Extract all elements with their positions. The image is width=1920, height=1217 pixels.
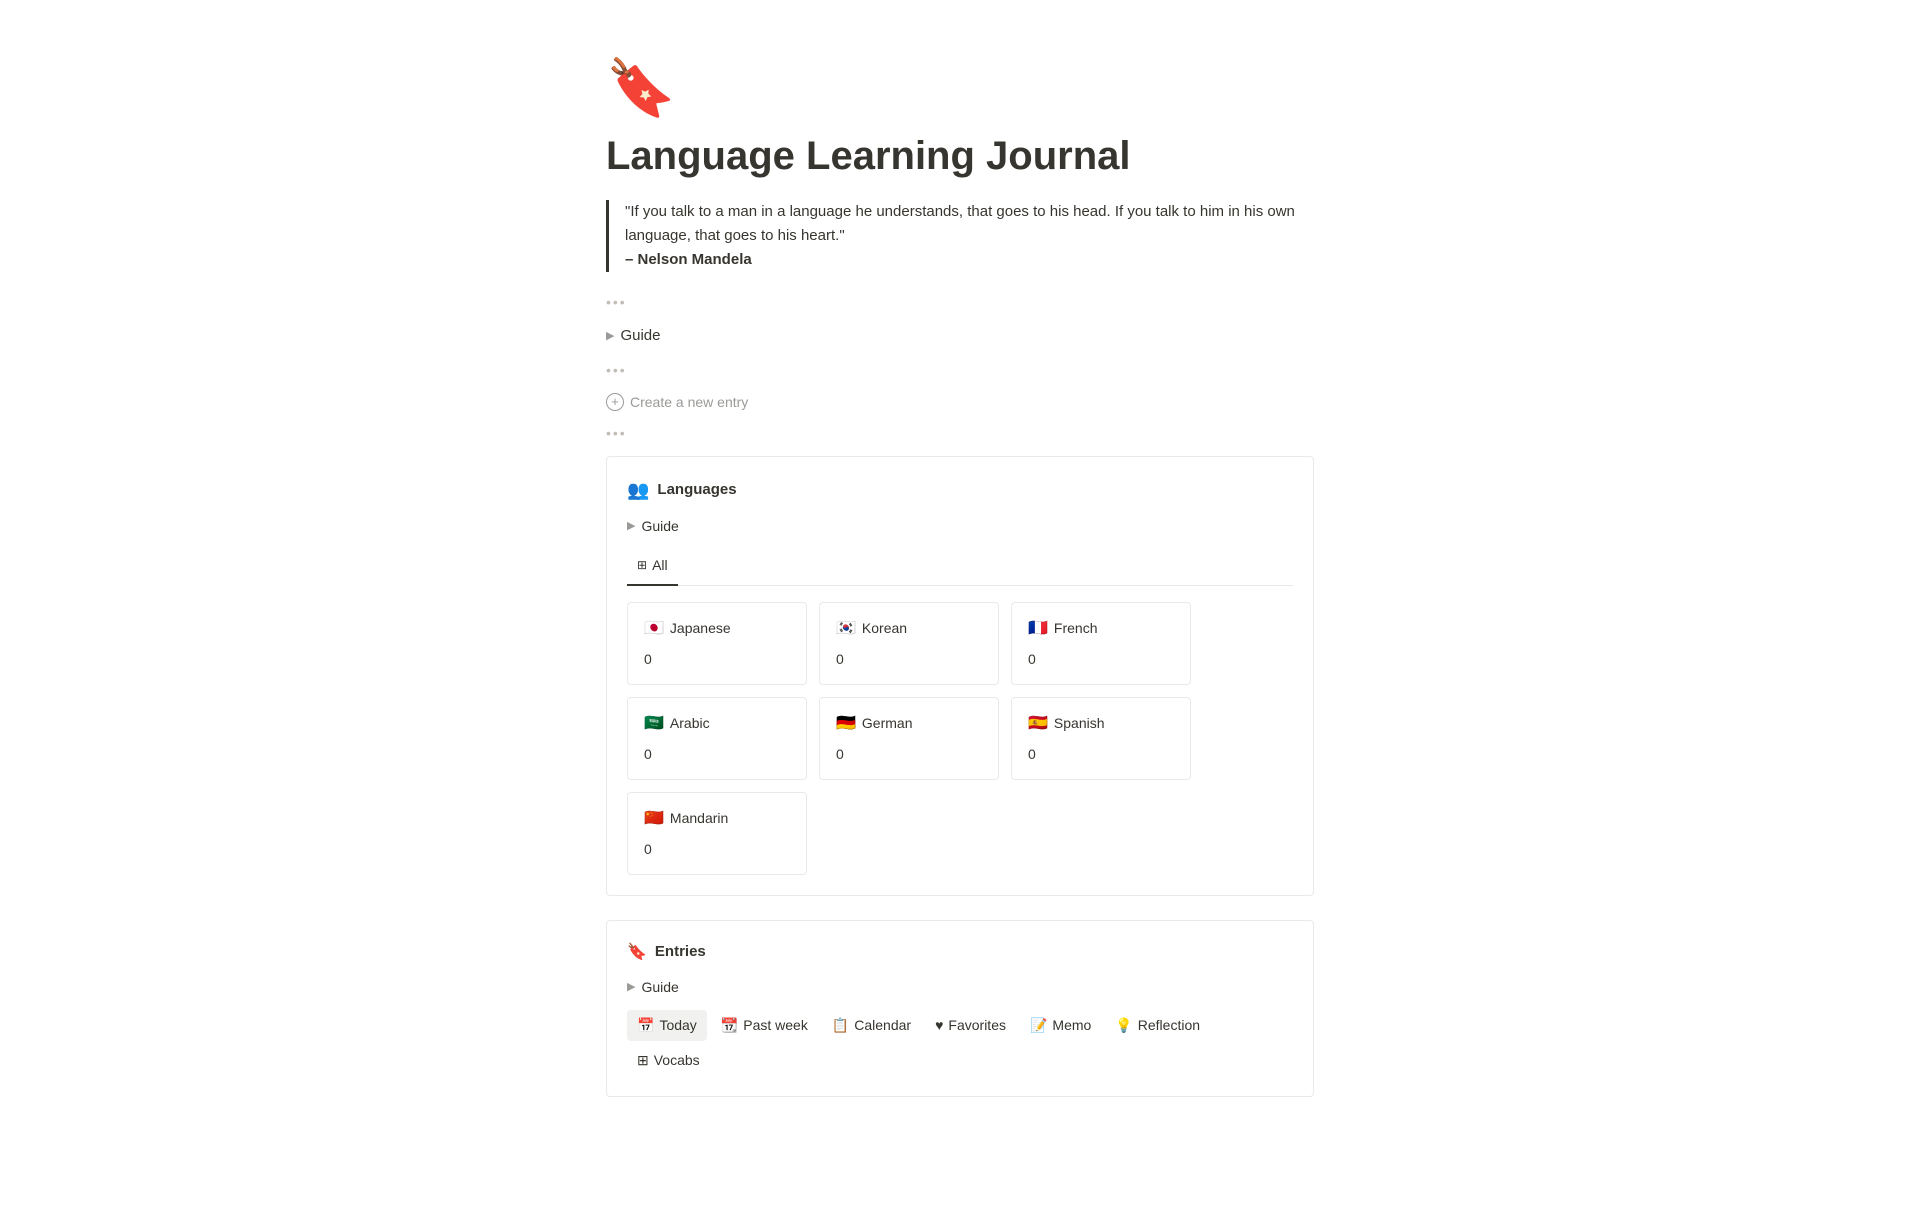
page-container: 🔖 Language Learning Journal "If you talk…: [510, 0, 1410, 1217]
language-card-japanese[interactable]: 🇯🇵 Japanese 0: [627, 602, 807, 685]
languages-guide-toggle[interactable]: ▶ Guide: [627, 516, 1293, 537]
french-name: French: [1054, 618, 1098, 639]
tab-reflection-label: Reflection: [1138, 1015, 1200, 1036]
language-card-german[interactable]: 🇩🇪 German 0: [819, 697, 999, 780]
entries-bookmark-icon: 🔖: [627, 941, 647, 965]
arabic-card-name: 🇸🇦 Arabic: [644, 712, 790, 736]
grid-icon: ⊞: [637, 556, 647, 574]
languages-db-header: 👥 Languages: [627, 477, 1293, 504]
tab-calendar-label: Calendar: [854, 1015, 911, 1036]
reflection-icon: 💡: [1115, 1015, 1132, 1036]
mandarin-flag: 🇨🇳: [644, 807, 664, 831]
dots-2: •••: [606, 360, 1314, 381]
tab-all-label: All: [652, 555, 668, 576]
french-flag: 🇫🇷: [1028, 617, 1048, 641]
page-icon: 🔖: [606, 60, 1314, 116]
dots-3: •••: [606, 423, 1314, 444]
languages-db-icon: 👥: [627, 477, 649, 504]
entries-db-title: Entries: [655, 941, 706, 964]
french-count: 0: [1028, 649, 1174, 670]
tab-calendar[interactable]: 📋 Calendar: [822, 1010, 921, 1041]
calendar-week-icon: 📆: [721, 1015, 738, 1036]
mandarin-card-name: 🇨🇳 Mandarin: [644, 807, 790, 831]
tab-past-week-label: Past week: [743, 1015, 808, 1036]
tab-today[interactable]: 📅 Today: [627, 1010, 707, 1041]
arabic-count: 0: [644, 744, 790, 765]
languages-cards-grid: 🇯🇵 Japanese 0 🇰🇷 Korean 0 🇫🇷 French 0: [627, 602, 1293, 875]
chevron-right-icon: ▶: [606, 328, 614, 345]
arabic-name: Arabic: [670, 713, 710, 734]
entries-tabs: 📅 Today 📆 Past week 📋 Calendar ♥ Favorit…: [627, 1010, 1293, 1076]
german-count: 0: [836, 744, 982, 765]
language-card-french[interactable]: 🇫🇷 French 0: [1011, 602, 1191, 685]
memo-icon: 📝: [1030, 1015, 1047, 1036]
guide-toggle-1[interactable]: ▶ Guide: [606, 325, 1314, 348]
spanish-count: 0: [1028, 744, 1174, 765]
french-card-name: 🇫🇷 French: [1028, 617, 1174, 641]
tab-reflection[interactable]: 💡 Reflection: [1105, 1010, 1210, 1041]
tab-memo[interactable]: 📝 Memo: [1020, 1010, 1101, 1041]
language-card-spanish[interactable]: 🇪🇸 Spanish 0: [1011, 697, 1191, 780]
korean-flag: 🇰🇷: [836, 617, 856, 641]
tab-vocabs[interactable]: ⊞ Vocabs: [627, 1045, 710, 1076]
dots-1: •••: [606, 292, 1314, 313]
tab-favorites-label: Favorites: [948, 1015, 1006, 1036]
bookmark-icon: 🔖: [606, 60, 1314, 116]
calendar-icon: 📋: [832, 1015, 849, 1036]
tab-all[interactable]: ⊞ All: [627, 549, 678, 586]
korean-count: 0: [836, 649, 982, 670]
german-name: German: [862, 713, 913, 734]
japanese-name: Japanese: [670, 618, 731, 639]
japanese-card-name: 🇯🇵 Japanese: [644, 617, 790, 641]
spanish-name: Spanish: [1054, 713, 1105, 734]
calendar-today-icon: 📅: [637, 1015, 654, 1036]
arabic-flag: 🇸🇦: [644, 712, 664, 736]
tab-favorites[interactable]: ♥ Favorites: [925, 1010, 1016, 1041]
create-entry-label: Create a new entry: [630, 394, 748, 410]
entries-db-header: 🔖 Entries: [627, 941, 1293, 965]
language-card-arabic[interactable]: 🇸🇦 Arabic 0: [627, 697, 807, 780]
entries-database: 🔖 Entries ▶ Guide 📅 Today 📆 Past week 📋 …: [606, 920, 1314, 1097]
plus-circle-icon: +: [606, 393, 624, 411]
german-card-name: 🇩🇪 German: [836, 712, 982, 736]
mandarin-count: 0: [644, 839, 790, 860]
german-flag: 🇩🇪: [836, 712, 856, 736]
quote-block: "If you talk to a man in a language he u…: [606, 200, 1314, 272]
quote-author: – Nelson Mandela: [625, 248, 1314, 272]
languages-db-title: Languages: [657, 479, 736, 502]
page-title: Language Learning Journal: [606, 132, 1314, 180]
vocabs-icon: ⊞: [637, 1050, 649, 1071]
languages-guide-label: Guide: [641, 516, 678, 537]
tab-memo-label: Memo: [1052, 1015, 1091, 1036]
tab-vocabs-label: Vocabs: [654, 1050, 700, 1071]
language-card-korean[interactable]: 🇰🇷 Korean 0: [819, 602, 999, 685]
entries-guide-toggle[interactable]: ▶ Guide: [627, 977, 1293, 998]
chevron-right-icon-2: ▶: [627, 518, 635, 535]
entries-guide-label: Guide: [641, 977, 678, 998]
spanish-flag: 🇪🇸: [1028, 712, 1048, 736]
spanish-card-name: 🇪🇸 Spanish: [1028, 712, 1174, 736]
create-entry-button[interactable]: + Create a new entry: [606, 393, 748, 411]
languages-database: 👥 Languages ▶ Guide ⊞ All 🇯🇵 Japanese 0: [606, 456, 1314, 896]
tab-past-week[interactable]: 📆 Past week: [711, 1010, 818, 1041]
japanese-flag: 🇯🇵: [644, 617, 664, 641]
chevron-right-icon-3: ▶: [627, 979, 635, 996]
korean-card-name: 🇰🇷 Korean: [836, 617, 982, 641]
japanese-count: 0: [644, 649, 790, 670]
language-card-mandarin[interactable]: 🇨🇳 Mandarin 0: [627, 792, 807, 875]
korean-name: Korean: [862, 618, 907, 639]
quote-text: "If you talk to a man in a language he u…: [625, 200, 1314, 248]
heart-icon: ♥: [935, 1015, 943, 1036]
languages-tabs: ⊞ All: [627, 549, 1293, 586]
mandarin-name: Mandarin: [670, 808, 728, 829]
guide-label-1: Guide: [620, 325, 660, 348]
tab-today-label: Today: [659, 1015, 696, 1036]
